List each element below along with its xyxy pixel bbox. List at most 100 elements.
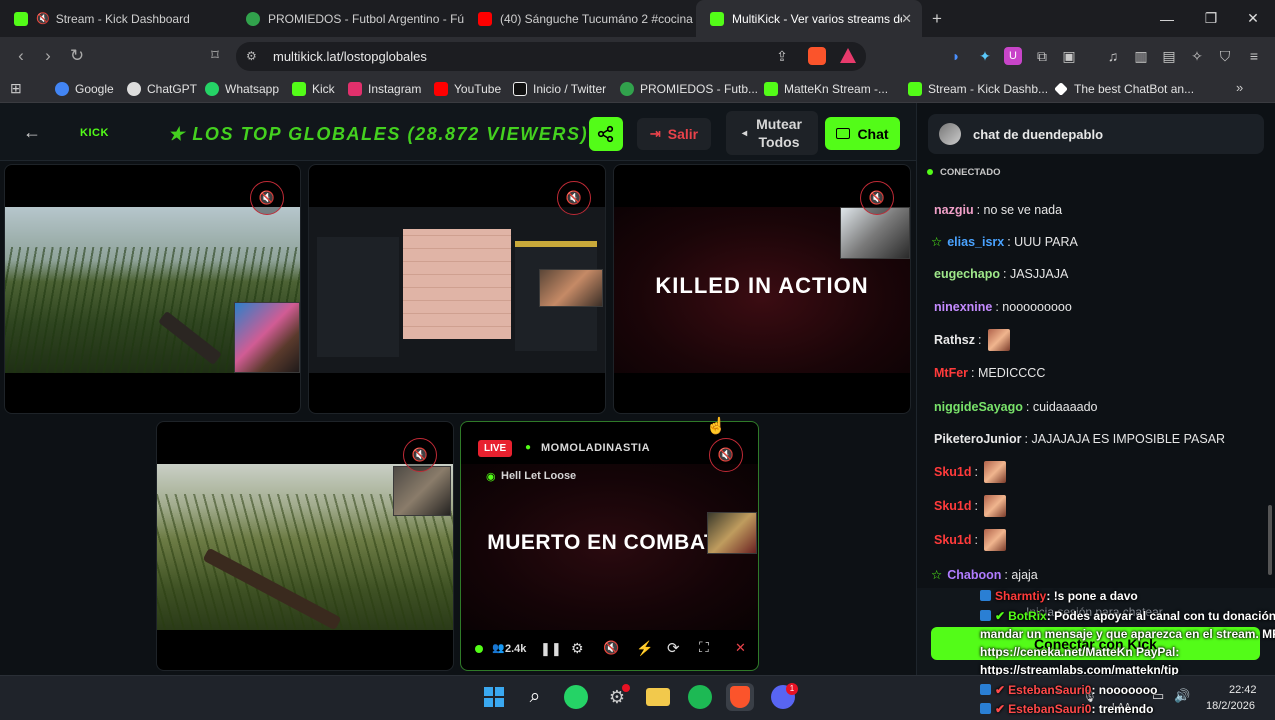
refresh-icon[interactable]: ⟳ bbox=[667, 639, 680, 657]
spotify-icon[interactable] bbox=[686, 683, 714, 711]
bookmark-youtube[interactable]: YouTube bbox=[434, 81, 501, 97]
back-icon[interactable]: ‹ bbox=[10, 46, 32, 66]
close-tab-icon[interactable]: ✕ bbox=[901, 11, 912, 27]
chat-username[interactable]: ninexnine bbox=[934, 300, 992, 314]
leo-ai-icon[interactable]: ✧ bbox=[1188, 47, 1206, 65]
extension-1-icon[interactable]: ◗ bbox=[947, 47, 965, 65]
forward-icon[interactable]: › bbox=[37, 46, 59, 66]
site-info-icon[interactable]: ⚙ bbox=[246, 49, 257, 63]
share-nodes-icon bbox=[597, 125, 614, 143]
windows-start-icon[interactable] bbox=[480, 683, 508, 711]
tab-youtube[interactable]: (40) Sánguche Tucumáno 2 #cocina # bbox=[464, 0, 694, 37]
chat-username[interactable]: Sku1d bbox=[934, 533, 972, 547]
apps-grid-icon[interactable]: ⊞ bbox=[10, 80, 22, 97]
volume-mute-icon[interactable]: 🔇 bbox=[603, 640, 619, 656]
fullscreen-icon[interactable]: ⛶ bbox=[699, 639, 709, 656]
chat-message: Rathsz: bbox=[934, 329, 1010, 351]
chat-username[interactable]: nazgiu bbox=[934, 203, 974, 217]
back-arrow-icon[interactable]: ← bbox=[23, 122, 41, 143]
stream-tile-3[interactable]: KILLED IN ACTION 🔇 bbox=[613, 164, 911, 414]
bookmark-instagram[interactable]: Instagram bbox=[348, 81, 421, 97]
reload-icon[interactable]: ↻ bbox=[66, 46, 88, 66]
share-icon[interactable]: ⇪ bbox=[773, 47, 791, 65]
sidebar-icon[interactable]: ▥ bbox=[1132, 47, 1150, 65]
music-icon[interactable]: ♫ bbox=[1104, 47, 1122, 65]
bookmark-kick-dashboard[interactable]: Stream - Kick Dashb... bbox=[908, 81, 1048, 97]
bookmark-kick[interactable]: Kick bbox=[292, 81, 335, 97]
chat-username[interactable]: MtFer bbox=[934, 366, 968, 380]
share-button[interactable] bbox=[589, 117, 623, 151]
vpn-icon[interactable]: ⛉ bbox=[1216, 47, 1234, 65]
stream-video[interactable] bbox=[5, 207, 300, 373]
close-window-icon[interactable]: ✕ bbox=[1231, 0, 1275, 37]
close-stream-icon[interactable]: ✕ bbox=[735, 640, 746, 656]
chat-username[interactable]: PiketeroJunior bbox=[934, 432, 1022, 446]
search-icon[interactable]: ⌕ bbox=[521, 683, 549, 711]
bookmark-matteknstream[interactable]: MatteKn Stream -... bbox=[764, 81, 888, 97]
chat-username[interactable]: Chaboon bbox=[947, 568, 1001, 582]
bookmark-whatsapp[interactable]: Whatsapp bbox=[205, 81, 279, 97]
clock-time[interactable]: 22:42 bbox=[1229, 684, 1257, 696]
reader-icon[interactable]: ▣ bbox=[1060, 47, 1078, 65]
tab-promiedos[interactable]: PROMIEDOS - Futbol Argentino - Fút bbox=[232, 0, 464, 37]
chat-scrollbar[interactable] bbox=[1268, 505, 1272, 575]
brave-rewards-icon[interactable] bbox=[840, 48, 856, 63]
chat-username[interactable]: niggideSayago bbox=[934, 400, 1023, 414]
tile-mute-button[interactable]: 🔇 bbox=[403, 438, 437, 472]
mute-tab-icon[interactable]: 🔇 bbox=[36, 12, 50, 25]
stream-video[interactable]: ◉ Hell Let Loose MUERTO EN COMBATE bbox=[461, 464, 758, 630]
lightning-icon[interactable]: ⚡ bbox=[636, 640, 653, 657]
brave-taskbar-icon[interactable] bbox=[726, 683, 754, 711]
bookmark-twitter[interactable]: Inicio / Twitter bbox=[513, 81, 606, 97]
tile-mute-button[interactable]: 🔇 bbox=[860, 181, 894, 215]
kick-logo[interactable]: KICK bbox=[80, 127, 109, 139]
restore-icon[interactable]: ❐ bbox=[1189, 0, 1233, 37]
clock-date[interactable]: 18/2/2026 bbox=[1206, 700, 1255, 712]
bookmark-icon[interactable]: ⌑ bbox=[204, 46, 226, 66]
bookmark-google[interactable]: Google bbox=[55, 81, 114, 97]
channel-name[interactable]: MOMOLADINASTIA bbox=[541, 442, 650, 454]
stream-video[interactable] bbox=[157, 464, 453, 631]
stream-video[interactable]: KILLED IN ACTION bbox=[614, 207, 910, 373]
minimize-icon[interactable]: — bbox=[1145, 0, 1189, 37]
stream-tile-2[interactable]: 🔇 bbox=[308, 164, 606, 414]
tile-mute-button[interactable]: 🔇 bbox=[709, 438, 743, 472]
tab-kick-dashboard[interactable]: 🔇 Stream - Kick Dashboard bbox=[0, 0, 232, 37]
avatar[interactable] bbox=[939, 123, 961, 145]
url-text[interactable]: multikick.lat/lostopglobales bbox=[273, 49, 427, 64]
extension-3-icon[interactable]: U bbox=[1004, 47, 1022, 65]
chat-toggle-button[interactable]: Chat bbox=[825, 117, 900, 150]
pause-icon[interactable]: ❚❚ bbox=[540, 641, 562, 657]
chat-username[interactable]: elias_isrx bbox=[947, 235, 1004, 249]
chat-username[interactable]: Rathsz bbox=[934, 333, 975, 347]
brave-shields-icon[interactable] bbox=[808, 47, 826, 65]
chat-username[interactable]: Sku1d bbox=[934, 499, 972, 513]
mute-all-button[interactable]: ◂ Mutear Todos bbox=[726, 111, 818, 155]
volume-icon[interactable]: 🔊 bbox=[1174, 688, 1190, 704]
stream-tile-4[interactable]: 🔇 bbox=[156, 421, 454, 671]
game-name: Hell Let Loose bbox=[501, 470, 577, 482]
extension-2-icon[interactable]: ✦ bbox=[976, 47, 994, 65]
whatsapp-taskbar-icon[interactable] bbox=[562, 683, 590, 711]
exit-button[interactable]: ⇥ Salir bbox=[637, 118, 711, 150]
menu-icon[interactable]: ≡ bbox=[1245, 47, 1263, 65]
stream-tile-5[interactable]: LIVE ● MOMOLADINASTIA ◉ Hell Let Loose M… bbox=[460, 421, 759, 671]
chat-username[interactable]: eugechapo bbox=[934, 267, 1000, 281]
bookmark-promiedos[interactable]: PROMIEDOS - Futb... bbox=[620, 81, 758, 97]
wallet-icon[interactable]: ▤ bbox=[1160, 47, 1178, 65]
emote-image bbox=[984, 495, 1007, 517]
killed-in-action-text: KILLED IN ACTION bbox=[655, 273, 869, 298]
tile-mute-button[interactable]: 🔇 bbox=[557, 181, 591, 215]
tab-multikick[interactable]: MultiKick - Ver varios streams de ✕ bbox=[696, 0, 922, 37]
chat-username[interactable]: Sku1d bbox=[934, 465, 972, 479]
settings-icon[interactable]: ⚙ bbox=[571, 640, 584, 657]
bookmark-chatbot[interactable]: The best ChatBot an... bbox=[1054, 81, 1194, 97]
extensions-icon[interactable]: ⧉ bbox=[1033, 47, 1051, 65]
more-bookmarks-icon[interactable]: » bbox=[1236, 80, 1243, 95]
stream-tile-1[interactable]: 🔇 bbox=[4, 164, 301, 414]
stream-video[interactable] bbox=[309, 207, 605, 373]
new-tab-button[interactable]: + bbox=[932, 9, 942, 29]
tile-mute-button[interactable]: 🔇 bbox=[250, 181, 284, 215]
bookmark-chatgpt[interactable]: ChatGPT bbox=[127, 81, 197, 97]
file-explorer-icon[interactable] bbox=[644, 683, 672, 711]
